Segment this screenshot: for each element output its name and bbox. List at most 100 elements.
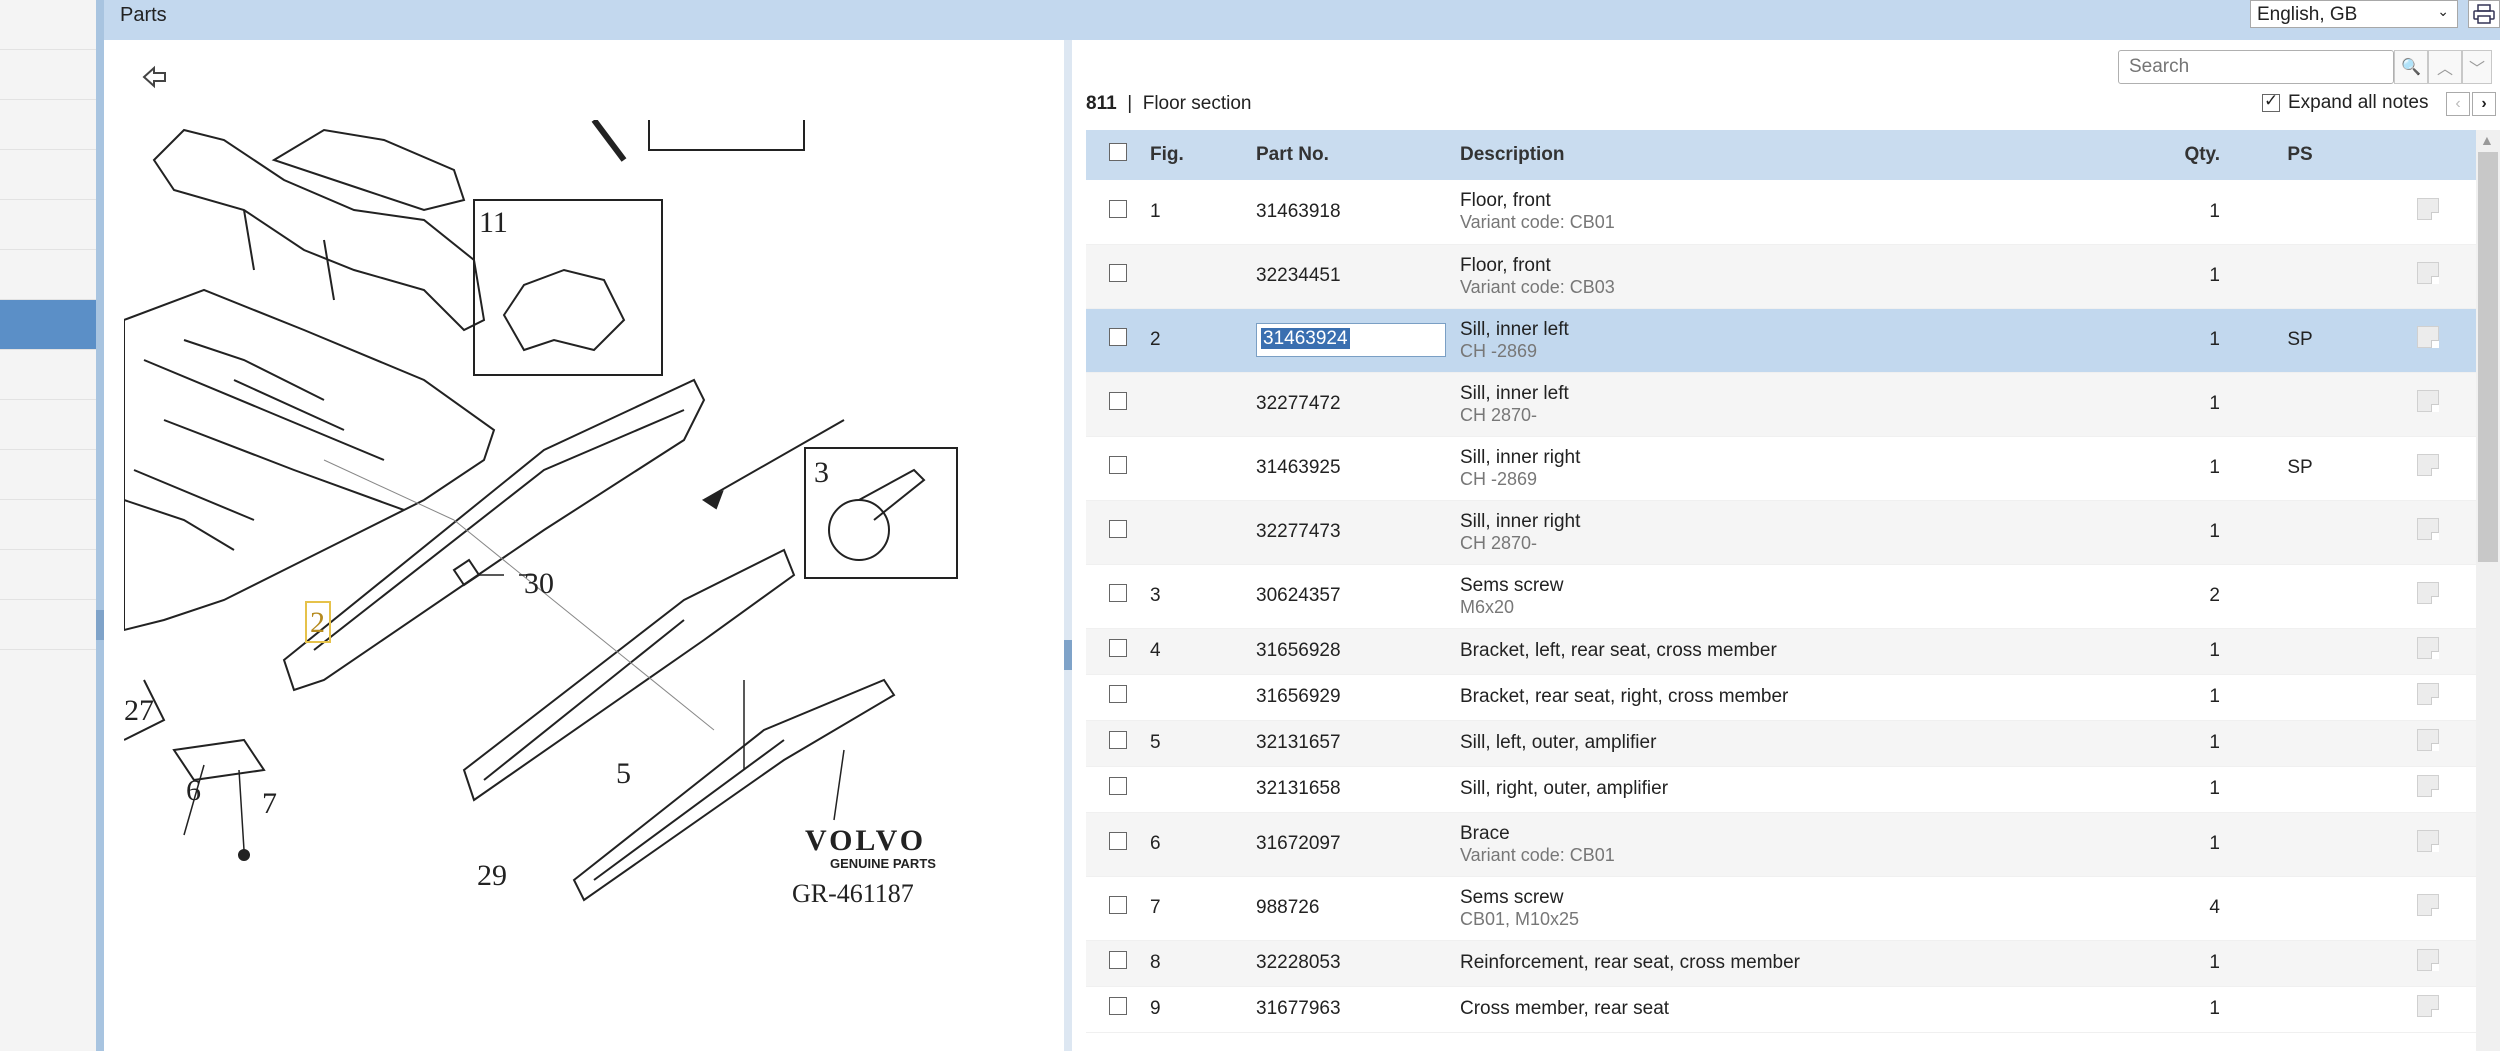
table-row[interactable]: 32277473 Sill, inner right CH 2870- 1 bbox=[1086, 500, 2476, 564]
nav-item[interactable] bbox=[0, 600, 96, 650]
splitter-handle[interactable] bbox=[96, 610, 104, 640]
back-arrow-icon[interactable] bbox=[140, 62, 170, 92]
row-checkbox[interactable] bbox=[1109, 264, 1127, 282]
col-qty[interactable]: Qty. bbox=[2100, 130, 2220, 180]
row-checkbox[interactable] bbox=[1109, 392, 1127, 410]
note-icon[interactable] bbox=[2417, 454, 2439, 476]
search-prev-button[interactable]: ︿ bbox=[2428, 50, 2462, 84]
row-checkbox[interactable] bbox=[1109, 951, 1127, 969]
quantity: 1 bbox=[2209, 521, 2220, 542]
row-checkbox[interactable] bbox=[1109, 777, 1127, 795]
part-number[interactable]: 31656928 bbox=[1256, 628, 1460, 674]
table-row[interactable]: 31656929 Bracket, rear seat, right, cross… bbox=[1086, 674, 2476, 720]
table-row[interactable]: 6 31672097 Brace Variant code: CB01 1 bbox=[1086, 812, 2476, 876]
search-next-button[interactable]: ﹀ bbox=[2462, 50, 2492, 84]
note-icon[interactable] bbox=[2417, 637, 2439, 659]
select-all-checkbox[interactable] bbox=[1109, 143, 1127, 161]
note-icon[interactable] bbox=[2417, 262, 2439, 284]
note-icon[interactable] bbox=[2417, 518, 2439, 540]
part-number[interactable]: 30624357 bbox=[1256, 564, 1460, 628]
nav-item[interactable] bbox=[0, 150, 96, 200]
row-checkbox[interactable] bbox=[1109, 639, 1127, 657]
scroll-up-icon[interactable]: ▲ bbox=[2480, 132, 2494, 148]
row-checkbox[interactable] bbox=[1109, 199, 1127, 218]
prev-section-button[interactable]: ‹ bbox=[2446, 92, 2470, 116]
nav-item-active[interactable] bbox=[0, 300, 96, 350]
part-number[interactable]: 31463925 bbox=[1256, 436, 1460, 500]
note-icon[interactable] bbox=[2417, 326, 2439, 348]
note-icon[interactable] bbox=[2417, 995, 2439, 1017]
search-input[interactable] bbox=[2118, 50, 2394, 84]
panel-splitter[interactable] bbox=[1064, 40, 1072, 1051]
nav-item[interactable] bbox=[0, 450, 96, 500]
note-icon[interactable] bbox=[2417, 390, 2439, 412]
table-header: Fig. Part No. Description Qty. PS bbox=[1086, 130, 2476, 180]
row-checkbox[interactable] bbox=[1109, 832, 1127, 850]
nav-item[interactable] bbox=[0, 400, 96, 450]
part-number-input[interactable]: 31463924 bbox=[1256, 323, 1446, 357]
col-fig[interactable]: Fig. bbox=[1150, 130, 1256, 180]
note-icon[interactable] bbox=[2417, 582, 2439, 604]
expand-notes-toggle[interactable]: Expand all notes bbox=[2262, 91, 2429, 114]
nav-item[interactable] bbox=[0, 50, 96, 100]
row-checkbox[interactable] bbox=[1109, 896, 1127, 914]
search-button[interactable]: 🔍 bbox=[2394, 50, 2428, 84]
nav-item[interactable] bbox=[0, 500, 96, 550]
splitter-handle[interactable] bbox=[1064, 640, 1072, 670]
language-select[interactable]: English, GB ⌄ bbox=[2250, 0, 2458, 28]
part-number[interactable]: 988726 bbox=[1256, 876, 1460, 940]
row-checkbox[interactable] bbox=[1109, 520, 1127, 538]
table-row[interactable]: 5 32131657 Sill, left, outer, amplifier 1 bbox=[1086, 720, 2476, 766]
part-number[interactable]: 32277472 bbox=[1256, 372, 1460, 436]
note-icon[interactable] bbox=[2417, 894, 2439, 916]
col-ps[interactable]: PS bbox=[2220, 130, 2380, 180]
vertical-scrollbar[interactable]: ▲ bbox=[2476, 130, 2500, 1051]
table-row[interactable]: 3 30624357 Sems screw M6x20 2 bbox=[1086, 564, 2476, 628]
nav-item[interactable] bbox=[0, 0, 96, 50]
row-checkbox[interactable] bbox=[1109, 328, 1127, 346]
next-section-button[interactable]: › bbox=[2472, 92, 2496, 116]
part-number[interactable]: 31677963 bbox=[1256, 986, 1460, 1032]
table-row[interactable]: 32131658 Sill, right, outer, amplifier 1 bbox=[1086, 766, 2476, 812]
row-checkbox[interactable] bbox=[1109, 731, 1127, 749]
part-number[interactable]: 32234451 bbox=[1256, 244, 1460, 308]
row-checkbox[interactable] bbox=[1109, 584, 1127, 602]
table-row[interactable]: 1 31463918 Floor, front Variant code: CB01 1 bbox=[1086, 180, 2476, 244]
table-row[interactable]: 4 31656928 Bracket, left, rear seat, cross… bbox=[1086, 628, 2476, 674]
part-number[interactable]: 32131658 bbox=[1256, 766, 1460, 812]
nav-item[interactable] bbox=[0, 200, 96, 250]
nav-item[interactable] bbox=[0, 100, 96, 150]
part-number[interactable]: 32277473 bbox=[1256, 500, 1460, 564]
note-icon[interactable] bbox=[2417, 683, 2439, 705]
note-icon[interactable] bbox=[2417, 949, 2439, 971]
part-number[interactable]: 32228053 bbox=[1256, 940, 1460, 986]
part-number[interactable]: 31656929 bbox=[1256, 674, 1460, 720]
note-icon[interactable] bbox=[2417, 830, 2439, 852]
expand-notes-checkbox[interactable] bbox=[2262, 91, 2280, 112]
note-icon[interactable] bbox=[2417, 775, 2439, 797]
quantity: 1 bbox=[2209, 640, 2220, 661]
table-row[interactable]: 2 31463924 Sill, inner left CH -2869 1 SP bbox=[1086, 308, 2476, 372]
table-row[interactable]: 8 32228053 Reinforcement, rear seat, cross… bbox=[1086, 940, 2476, 986]
scrollbar-thumb[interactable] bbox=[2478, 152, 2498, 562]
note-icon[interactable] bbox=[2417, 729, 2439, 751]
table-row[interactable]: 7 988726 Sems screw CB01, M10x25 4 bbox=[1086, 876, 2476, 940]
col-description[interactable]: Description bbox=[1460, 130, 2100, 180]
row-checkbox[interactable] bbox=[1109, 997, 1127, 1015]
part-number[interactable]: 31672097 bbox=[1256, 812, 1460, 876]
part-number[interactable]: 32131657 bbox=[1256, 720, 1460, 766]
col-part-no[interactable]: Part No. bbox=[1256, 130, 1460, 180]
part-number[interactable]: 31463918 bbox=[1256, 180, 1460, 244]
table-row[interactable]: 9 31677963 Cross member, rear seat 1 bbox=[1086, 986, 2476, 1032]
nav-splitter[interactable] bbox=[96, 0, 104, 1051]
row-checkbox[interactable] bbox=[1109, 456, 1127, 474]
table-row[interactable]: 32277472 Sill, inner left CH 2870- 1 bbox=[1086, 372, 2476, 436]
note-icon[interactable] bbox=[2417, 197, 2439, 220]
row-checkbox[interactable] bbox=[1109, 685, 1127, 703]
nav-item[interactable] bbox=[0, 250, 96, 300]
nav-item[interactable] bbox=[0, 550, 96, 600]
table-row[interactable]: 31463925 Sill, inner right CH -2869 1 SP bbox=[1086, 436, 2476, 500]
nav-item[interactable] bbox=[0, 350, 96, 400]
table-row[interactable]: 32234451 Floor, front Variant code: CB03 1 bbox=[1086, 244, 2476, 308]
print-button[interactable] bbox=[2468, 0, 2500, 28]
